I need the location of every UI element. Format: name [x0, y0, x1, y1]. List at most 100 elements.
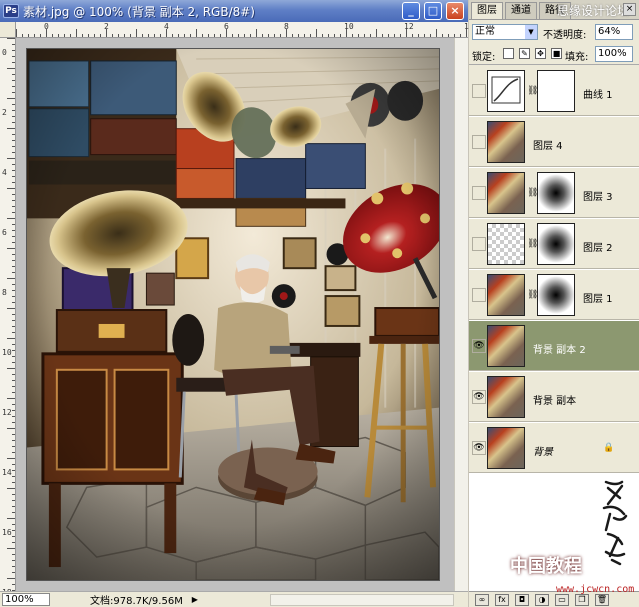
move-lock-icon[interactable]: ✥ — [535, 48, 546, 59]
ruler-label: 8 — [2, 288, 7, 297]
layer-name: 背景 — [533, 446, 553, 458]
layer-mask-thumbnail[interactable] — [537, 223, 575, 265]
layer-row[interactable]: 👁 背景 副本 2 — [469, 321, 639, 371]
document-image[interactable] — [26, 48, 440, 581]
eye-icon[interactable]: 👁 — [472, 389, 486, 404]
document-size-readout: 文档:978.7K/9.56M — [90, 596, 183, 607]
fill-label: 填充: — [565, 52, 589, 63]
ruler-tick — [262, 34, 263, 37]
ruler-tick — [12, 476, 15, 477]
eye-icon[interactable]: 👁 — [472, 440, 486, 455]
ruler-origin[interactable] — [0, 22, 16, 38]
adjustment-icon[interactable]: ◑ — [535, 593, 549, 606]
vertical-ruler[interactable]: 024681012141618 — [0, 38, 16, 597]
ruler-tick — [12, 152, 15, 153]
chevron-down-icon: ▼ — [525, 25, 537, 39]
ruler-tick — [112, 34, 113, 37]
ruler-tick — [220, 34, 221, 37]
mask-icon[interactable]: ◘ — [515, 593, 529, 606]
link-icon[interactable]: ∞ — [475, 593, 489, 606]
ruler-tick — [436, 29, 437, 37]
ruler-tick — [34, 34, 35, 37]
hidden-eye-icon[interactable] — [472, 236, 486, 251]
layer-row[interactable]: 👁 背景 🔒 — [469, 423, 639, 473]
fill-field[interactable]: 100% — [595, 46, 633, 62]
ruler-tick — [12, 284, 15, 285]
ruler-tick — [12, 74, 15, 75]
blend-mode-select[interactable]: 正常 ▼ — [472, 24, 538, 40]
folder-icon[interactable]: ▭ — [555, 593, 569, 606]
ruler-label: 0 — [2, 48, 7, 57]
close-button[interactable]: × — [446, 2, 464, 20]
ruler-tick — [12, 422, 15, 423]
ruler-tick — [7, 308, 15, 309]
ruler-tick — [160, 34, 161, 37]
ruler-tick — [12, 464, 15, 465]
close-icon[interactable]: × — [623, 3, 636, 16]
ruler-tick — [178, 34, 179, 37]
curves-adjustment-icon[interactable] — [487, 70, 525, 112]
layer-row[interactable]: ⛓ 图层 2 — [469, 219, 639, 269]
layer-thumbnail[interactable] — [487, 223, 525, 265]
hidden-eye-icon[interactable] — [472, 134, 486, 149]
layer-row[interactable]: ⛓ 曲线 1 — [469, 66, 639, 116]
layer-mask-thumbnail[interactable] — [537, 274, 575, 316]
ruler-tick — [12, 332, 15, 333]
minimize-button[interactable]: _ — [402, 2, 420, 20]
maximize-button[interactable]: □ — [424, 2, 442, 20]
ruler-tick — [154, 34, 155, 37]
ruler-tick — [424, 34, 425, 37]
ruler-tick — [7, 548, 15, 549]
ruler-tick — [88, 34, 89, 37]
ruler-tick — [12, 62, 15, 63]
layer-mask-thumbnail[interactable] — [537, 70, 575, 112]
document-titlebar[interactable]: Ps 素材.jpg @ 100% (背景 副本 2, RGB/8#) _ □ × — [0, 0, 468, 22]
status-menu-arrow-icon[interactable]: ▶ — [189, 594, 201, 606]
horizontal-scrollbar[interactable] — [270, 594, 454, 606]
paint-lock-icon[interactable]: ✎ — [519, 48, 530, 59]
layer-row[interactable]: ⛓ 图层 3 — [469, 168, 639, 218]
ruler-tick — [208, 34, 209, 37]
eye-icon[interactable]: 👁 — [472, 338, 486, 353]
ruler-tick — [12, 272, 15, 273]
layer-thumbnail[interactable] — [487, 376, 525, 418]
ruler-tick — [7, 398, 15, 399]
ruler-tick — [7, 488, 15, 489]
all-lock-icon[interactable]: ■ — [551, 48, 562, 59]
layer-row[interactable]: ⛓ 图层 1 — [469, 270, 639, 320]
ruler-tick — [214, 34, 215, 37]
fx-icon[interactable]: fx — [495, 593, 509, 606]
vertical-scrollbar[interactable] — [454, 38, 468, 591]
ruler-tick — [52, 34, 53, 37]
layer-row[interactable]: 👁 背景 副本 — [469, 372, 639, 422]
transparent-lock-icon[interactable] — [503, 48, 514, 59]
ruler-tick — [12, 86, 15, 87]
layer-thumbnail[interactable] — [487, 325, 525, 367]
ruler-tick — [244, 34, 245, 37]
ruler-tick — [292, 34, 293, 37]
hidden-eye-icon[interactable] — [472, 287, 486, 302]
ruler-tick — [7, 158, 15, 159]
trash-icon[interactable]: 🗑 — [595, 593, 609, 606]
canvas-area[interactable] — [16, 38, 454, 591]
layer-thumbnail[interactable] — [487, 274, 525, 316]
tab-channels[interactable]: 通道 — [505, 2, 537, 19]
layer-row[interactable]: 图层 4 — [469, 117, 639, 167]
ruler-tick — [12, 434, 15, 435]
new-layer-icon[interactable]: ❐ — [575, 593, 589, 606]
opacity-field[interactable]: 64% — [595, 24, 633, 40]
hidden-eye-icon[interactable] — [472, 185, 486, 200]
ruler-tick — [12, 530, 15, 531]
layer-thumbnail[interactable] — [487, 172, 525, 214]
panel-tab-strip: 图层 通道 路径 思缘设计论坛 × — [469, 0, 639, 20]
zoom-level-field[interactable]: 100% — [2, 593, 50, 606]
hidden-eye-icon[interactable] — [472, 83, 486, 98]
layer-thumbnail[interactable] — [487, 121, 525, 163]
layer-name: 曲线 1 — [583, 89, 613, 101]
ruler-tick — [7, 578, 15, 579]
layer-thumbnail[interactable] — [487, 427, 525, 469]
horizontal-ruler[interactable]: 02468101214 — [16, 22, 474, 38]
ruler-tick — [12, 242, 15, 243]
tab-layers[interactable]: 图层 — [471, 2, 503, 19]
layer-mask-thumbnail[interactable] — [537, 172, 575, 214]
